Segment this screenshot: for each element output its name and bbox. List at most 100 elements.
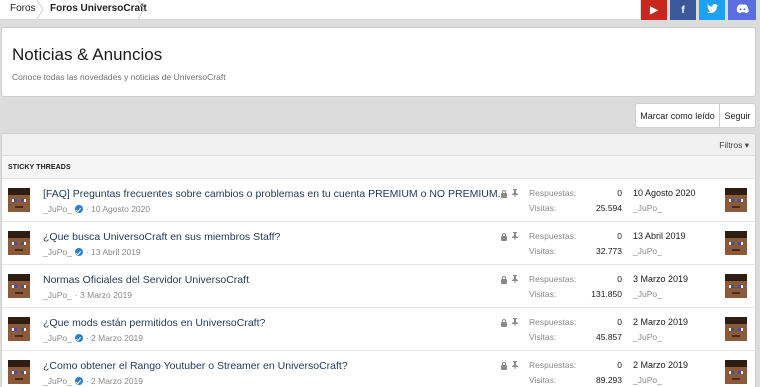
replies-label: Respuestas: (529, 231, 577, 241)
thread-status-icons (501, 361, 518, 371)
thread-status-icons (501, 275, 518, 285)
pin-icon (512, 361, 518, 371)
lock-icon (501, 319, 507, 327)
thread-title-link[interactable]: [FAQ] Preguntas frecuentes sobre cambios… (43, 188, 501, 200)
twitter-icon (706, 4, 718, 16)
views-count: 131.850 (591, 289, 622, 299)
top-bar: Foros Foros UniversoCraft ▶ f (0, 0, 760, 20)
thread-row[interactable]: ¿Que busca UniversoCraft en sus miembros… (2, 222, 755, 265)
avatar[interactable] (8, 274, 30, 298)
filter-bar: Filtros ▾ (2, 134, 755, 156)
lock-icon (501, 233, 507, 241)
thread-meta: _JuPo_ · 13 Abril 2019 (43, 247, 141, 257)
thread-meta: _JuPo_ · 3 Marzo 2019 (43, 290, 132, 300)
views-count: 25.594 (596, 203, 622, 213)
replies-count: 0 (617, 231, 622, 241)
pin-icon (512, 275, 518, 285)
avatar[interactable] (725, 317, 747, 341)
mark-read-button[interactable]: Marcar como leído (635, 103, 720, 128)
thread-author-link[interactable]: _JuPo_ (43, 333, 72, 343)
last-post-date[interactable]: 10 Agosto 2020 (633, 188, 696, 198)
facebook-button[interactable]: f (670, 0, 696, 20)
page-description: Conoce todas las novedades y noticias de… (12, 72, 226, 82)
twitter-button[interactable] (699, 0, 725, 20)
avatar[interactable] (8, 231, 30, 255)
replies-label: Respuestas: (529, 188, 577, 198)
last-post-user[interactable]: _JuPo_ (633, 375, 662, 385)
thread-row[interactable]: Normas Oficiales del Servidor UniversoCr… (2, 265, 755, 308)
thread-start-date[interactable]: · 3 Marzo 2019 (75, 290, 132, 300)
follow-button[interactable]: Seguir (719, 103, 756, 128)
avatar[interactable] (8, 188, 30, 212)
avatar[interactable] (725, 360, 747, 384)
breadcrumb: Foros Foros UniversoCraft (0, 0, 640, 20)
views-label: Visitas: (529, 375, 557, 385)
thread-row[interactable]: ¿Que mods están permitidos en UniversoCr… (2, 308, 755, 351)
replies-label: Respuestas: (529, 317, 577, 327)
last-post-user[interactable]: _JuPo_ (633, 289, 662, 299)
last-post-user[interactable]: _JuPo_ (633, 246, 662, 256)
last-post-user[interactable]: _JuPo_ (633, 203, 662, 213)
discord-button[interactable] (728, 0, 756, 20)
verified-icon (74, 205, 83, 213)
page-header: Noticias & Anuncios Conoce todas las nov… (1, 27, 756, 97)
last-post-date[interactable]: 2 Marzo 2019 (633, 317, 688, 327)
pin-icon (512, 318, 518, 328)
views-count: 89.293 (596, 375, 622, 385)
breadcrumb-item-foros-universocraft[interactable]: Foros UniversoCraft (50, 0, 147, 19)
thread-title-link[interactable]: ¿Que busca UniversoCraft en sus miembros… (43, 231, 280, 243)
thread-title-link[interactable]: ¿Que mods están permitidos en UniversoCr… (43, 317, 265, 329)
thread-meta: _JuPo_ · 10 Agosto 2020 (43, 204, 150, 214)
avatar[interactable] (725, 274, 747, 298)
avatar[interactable] (8, 360, 30, 384)
thread-start-date[interactable]: · 10 Agosto 2020 (86, 204, 150, 214)
thread-status-icons (501, 232, 518, 242)
pin-icon (512, 232, 518, 242)
thread-title-link[interactable]: Normas Oficiales del Servidor UniversoCr… (43, 274, 249, 286)
lock-icon (501, 362, 507, 370)
thread-author-link[interactable]: _JuPo_ (43, 376, 72, 386)
pin-icon (512, 189, 518, 199)
thread-row[interactable]: [FAQ] Preguntas frecuentes sobre cambios… (2, 179, 755, 222)
views-label: Visitas: (529, 289, 557, 299)
thread-start-date[interactable]: · 2 Marzo 2019 (86, 376, 143, 386)
last-post-user[interactable]: _JuPo_ (633, 332, 662, 342)
breadcrumb-item-foros[interactable]: Foros (10, 0, 36, 19)
replies-label: Respuestas: (529, 360, 577, 370)
youtube-button[interactable]: ▶ (641, 0, 667, 20)
replies-count: 0 (617, 188, 622, 198)
section-label: STICKY THREADS (8, 164, 71, 171)
replies-label: Respuestas: (529, 274, 577, 284)
thread-start-date[interactable]: · 13 Abril 2019 (86, 247, 141, 257)
views-label: Visitas: (529, 332, 557, 342)
thread-status-icons (501, 318, 518, 328)
thread-title-link[interactable]: ¿Como obtener el Rango Youtuber o Stream… (43, 360, 348, 372)
page-title: Noticias & Anuncios (12, 45, 163, 64)
breadcrumb-separator-icon (137, 0, 145, 19)
avatar[interactable] (725, 188, 747, 212)
last-post-date[interactable]: 13 Abril 2019 (633, 231, 686, 241)
thread-start-date[interactable]: · 2 Marzo 2019 (86, 333, 143, 343)
last-post-date[interactable]: 2 Marzo 2019 (633, 360, 688, 370)
lock-icon (501, 276, 507, 284)
last-post-date[interactable]: 3 Marzo 2019 (633, 274, 688, 284)
thread-meta: _JuPo_ · 2 Marzo 2019 (43, 333, 143, 343)
discord-icon (736, 3, 749, 17)
thread-author-link[interactable]: _JuPo_ (43, 247, 72, 257)
facebook-icon: f (681, 4, 685, 16)
thread-author-link[interactable]: _JuPo_ (43, 290, 72, 300)
views-count: 32.773 (596, 246, 622, 256)
replies-count: 0 (617, 360, 622, 370)
verified-icon (74, 377, 83, 385)
verified-icon (74, 248, 83, 256)
avatar[interactable] (725, 231, 747, 255)
verified-icon (74, 334, 83, 342)
views-count: 45.857 (596, 332, 622, 342)
filters-dropdown[interactable]: Filtros ▾ (719, 140, 749, 151)
thread-row[interactable]: ¿Como obtener el Rango Youtuber o Stream… (2, 351, 755, 387)
youtube-icon: ▶ (650, 4, 658, 16)
avatar[interactable] (8, 317, 30, 341)
thread-author-link[interactable]: _JuPo_ (43, 204, 72, 214)
thread-meta: _JuPo_ · 2 Marzo 2019 (43, 376, 143, 386)
views-label: Visitas: (529, 246, 557, 256)
